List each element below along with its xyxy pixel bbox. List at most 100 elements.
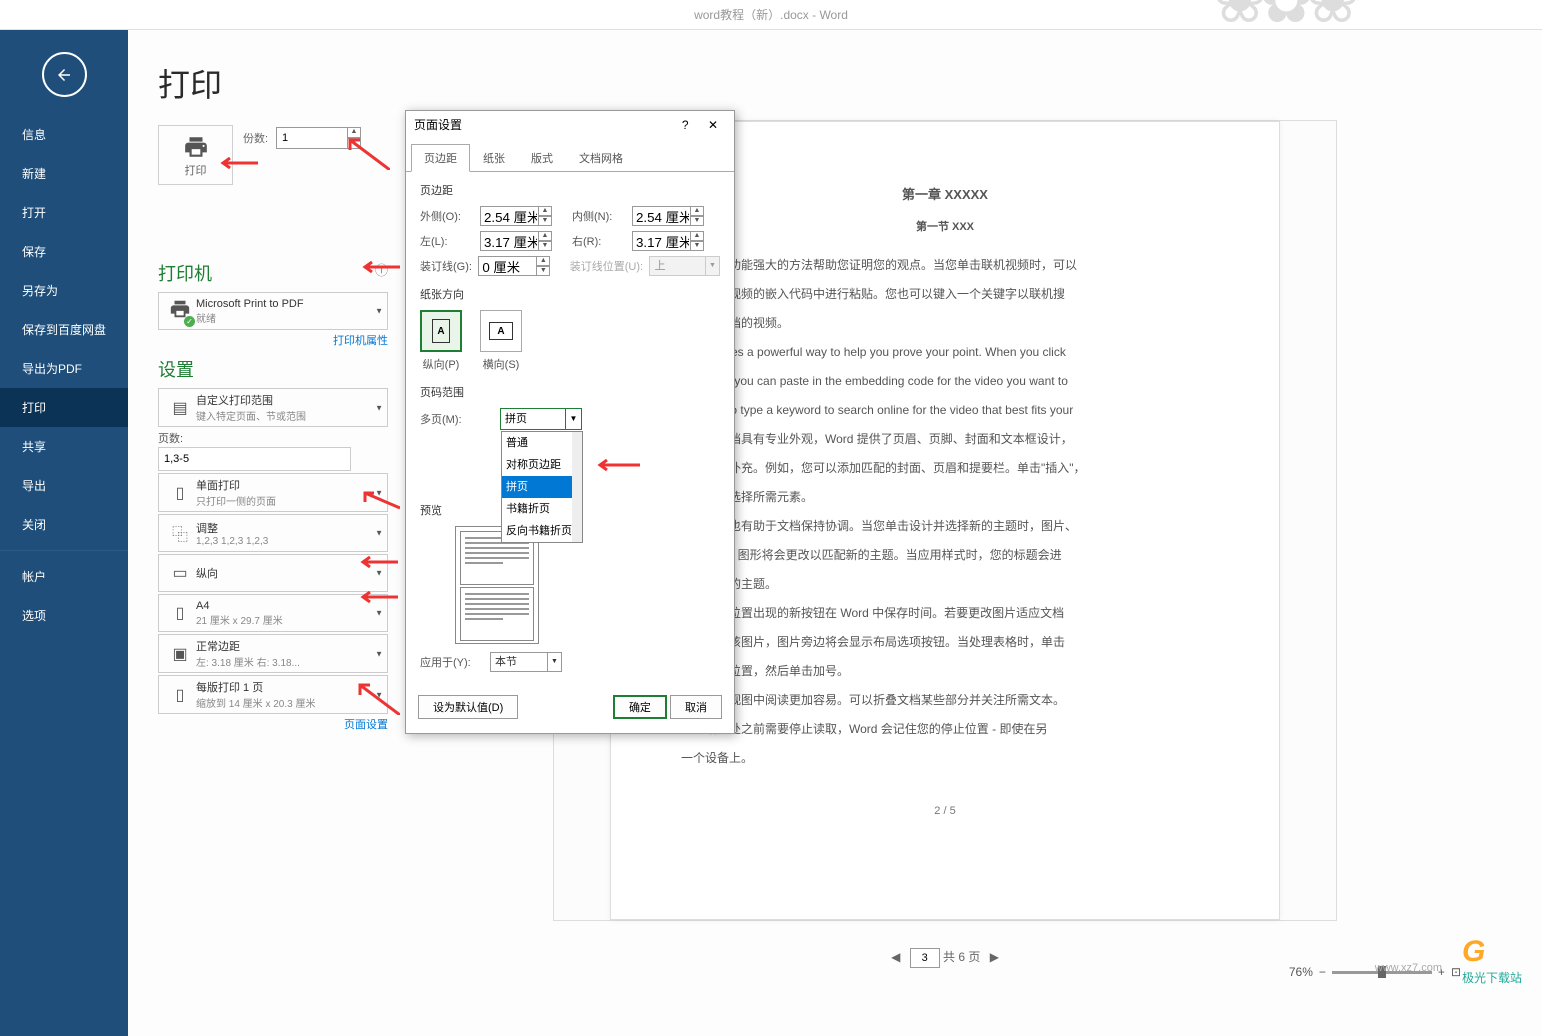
- nav-new[interactable]: 新建: [0, 154, 128, 193]
- landscape-option[interactable]: A 横向(S): [480, 310, 522, 372]
- nav-export-pdf[interactable]: 导出为PDF: [0, 349, 128, 388]
- set-default-button[interactable]: 设为默认值(D): [418, 695, 518, 719]
- doc-chapter: 第一章 XXXXX: [681, 182, 1209, 208]
- nav-export[interactable]: 导出: [0, 466, 128, 505]
- multipage-dropdown: 普通 对称页边距 拼页 书籍折页 反向书籍折页: [501, 431, 583, 543]
- margins-selector[interactable]: ▣ 正常边距左: 3.18 厘米 右: 3.18... ▼: [158, 634, 388, 673]
- total-pages: 共 6 页: [943, 950, 980, 964]
- gutter-pos-label: 装订线位置(U):: [570, 258, 650, 274]
- chevron-down-icon: ▼: [375, 649, 383, 658]
- page-setup-link[interactable]: 页面设置: [158, 716, 388, 732]
- nav-share[interactable]: 共享: [0, 427, 128, 466]
- option-normal[interactable]: 普通: [502, 432, 582, 454]
- page-number-input[interactable]: [910, 948, 940, 968]
- right-label: 右(R):: [572, 233, 632, 249]
- watermark-url: www.xz7.com: [1375, 962, 1442, 974]
- gutter-label: 装订线(G):: [420, 258, 478, 274]
- chevron-down-icon: ▼: [375, 529, 383, 538]
- nav-account[interactable]: 帐户: [0, 557, 128, 596]
- zoom-level: 76%: [1289, 965, 1313, 979]
- nav-print[interactable]: 打印: [0, 388, 128, 427]
- printer-icon: ✓: [164, 298, 196, 325]
- nav-save-baidu[interactable]: 保存到百度网盘: [0, 310, 128, 349]
- portrait-option[interactable]: A 纵向(P): [420, 310, 462, 372]
- nav-saveas[interactable]: 另存为: [0, 271, 128, 310]
- sides-selector[interactable]: ▯ 单面打印只打印一侧的页面 ▼: [158, 473, 388, 512]
- print-button-label: 打印: [185, 165, 207, 177]
- nav-open[interactable]: 打开: [0, 193, 128, 232]
- nav-close[interactable]: 关闭: [0, 505, 128, 544]
- print-button[interactable]: 打印: [158, 125, 233, 185]
- document-icon: ▤: [164, 398, 196, 418]
- zoom-out-button[interactable]: −: [1319, 965, 1326, 979]
- paper-size-selector[interactable]: ▯ A421 厘米 x 29.7 厘米 ▼: [158, 594, 388, 632]
- tab-grid[interactable]: 文档网格: [566, 144, 636, 172]
- pages-input[interactable]: [158, 447, 351, 471]
- option-2up[interactable]: 拼页: [502, 476, 582, 498]
- copies-spinner[interactable]: ▲▼: [347, 127, 361, 149]
- nav-info[interactable]: 信息: [0, 115, 128, 154]
- sheet-icon: ▯: [164, 685, 196, 705]
- page-range-group-label: 页码范围: [420, 384, 720, 400]
- orientation-icon: ▭: [164, 563, 196, 583]
- inner-label: 内侧(N):: [572, 208, 632, 224]
- outer-label: 外侧(O):: [420, 208, 480, 224]
- margins-group-label: 页边距: [420, 182, 720, 198]
- pages-label: 页数:: [158, 430, 193, 446]
- orientation-group-label: 纸张方向: [420, 286, 720, 302]
- backstage-sidebar: 信息 新建 打开 保存 另存为 保存到百度网盘 导出为PDF 打印 共享 导出 …: [0, 30, 128, 1036]
- page-icon: ▯: [164, 483, 196, 503]
- page-title: 打印: [128, 30, 1542, 114]
- option-bookfold[interactable]: 书籍折页: [502, 498, 582, 520]
- watermark-logo: G 极光下载站: [1462, 935, 1522, 986]
- prev-page-button[interactable]: ◀: [885, 950, 906, 964]
- fit-page-button[interactable]: ⊡: [1451, 965, 1461, 979]
- close-button[interactable]: ✕: [700, 118, 726, 132]
- info-icon[interactable]: ⓘ: [375, 260, 388, 279]
- nav-options[interactable]: 选项: [0, 596, 128, 635]
- chevron-down-icon: ▼: [375, 569, 383, 578]
- apply-to-label: 应用于(Y):: [420, 654, 490, 670]
- margins-icon: ▣: [164, 644, 196, 664]
- chevron-down-icon: ▼: [375, 488, 383, 497]
- page-setup-dialog: 页面设置 ? ✕ 页边距 纸张 版式 文档网格 页边距 外侧(O): ▲▼ 内侧…: [405, 110, 735, 734]
- gutter-pos-select: 上▼: [649, 256, 720, 276]
- help-button[interactable]: ?: [674, 118, 697, 132]
- collate-selector[interactable]: ⿻ 调整1,2,3 1,2,3 1,2,3 ▼: [158, 514, 388, 552]
- tab-margins[interactable]: 页边距: [411, 144, 470, 172]
- check-icon: ✓: [184, 316, 195, 327]
- left-label: 左(L):: [420, 233, 480, 249]
- print-range-selector[interactable]: ▤ 自定义打印范围键入特定页面、节或范围 ▼: [158, 388, 388, 427]
- page-number: 2 / 5: [681, 800, 1209, 822]
- page-navigator: ◀ 共 6 页 ▶: [553, 948, 1337, 968]
- chevron-down-icon: ▼: [375, 690, 383, 699]
- multipage-select[interactable]: 拼页▼ 普通 对称页边距 拼页 书籍折页 反向书籍折页: [500, 408, 582, 430]
- tab-layout[interactable]: 版式: [518, 144, 566, 172]
- printer-selector[interactable]: ✓ Microsoft Print to PDF就绪 ▼: [158, 292, 388, 330]
- multipage-label: 多页(M):: [420, 411, 500, 427]
- paper-icon: ▯: [164, 603, 196, 623]
- option-reverse-bookfold[interactable]: 反向书籍折页: [502, 520, 582, 542]
- chevron-down-icon: ▼: [375, 403, 383, 412]
- back-button[interactable]: [42, 52, 87, 97]
- chevron-down-icon: ▼: [375, 609, 383, 618]
- tab-paper[interactable]: 纸张: [470, 144, 518, 172]
- settings-heading: 设置: [158, 348, 388, 382]
- decoration-flowers: ❀✿❀: [1213, 0, 1352, 15]
- pages-per-sheet-selector[interactable]: ▯ 每版打印 1 页缩放到 14 厘米 x 20.3 厘米 ▼: [158, 675, 388, 714]
- preview-thumbnail: [455, 526, 539, 644]
- chevron-down-icon: ▼: [375, 307, 383, 316]
- copies-label: 份数:: [243, 130, 268, 146]
- ok-button[interactable]: 确定: [613, 695, 667, 719]
- next-page-button[interactable]: ▶: [984, 950, 1005, 964]
- printer-heading: 打印机ⓘ: [158, 185, 388, 286]
- orientation-selector[interactable]: ▭ 纵向 ▼: [158, 554, 388, 592]
- option-mirror[interactable]: 对称页边距: [502, 454, 582, 476]
- doc-section: 第一节 XXX: [681, 216, 1209, 238]
- dialog-title: 页面设置: [414, 111, 462, 139]
- cancel-button[interactable]: 取消: [670, 695, 722, 719]
- collate-icon: ⿻: [164, 521, 196, 545]
- nav-save[interactable]: 保存: [0, 232, 128, 271]
- printer-props-link[interactable]: 打印机属性: [158, 332, 388, 348]
- apply-to-select[interactable]: 本节▼: [490, 652, 562, 672]
